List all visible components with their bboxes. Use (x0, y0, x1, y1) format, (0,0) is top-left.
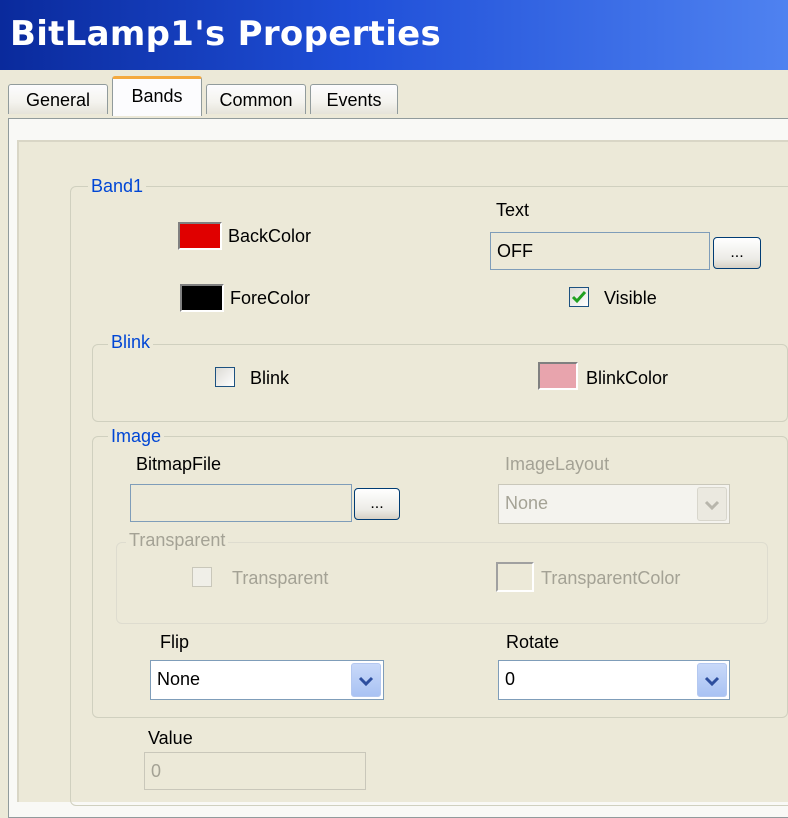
transparent-checkbox-label: Transparent (232, 568, 329, 588)
transparent-legend: Transparent (126, 530, 229, 551)
transparentcolor-label: TransparentColor (541, 568, 681, 588)
tab-strip: General Bands Common Events (0, 70, 788, 122)
window-title: BitLamp1's Properties (10, 14, 442, 54)
band1-legend: Band1 (88, 176, 147, 197)
chevron-down-icon[interactable] (351, 663, 381, 697)
chevron-down-icon[interactable] (697, 663, 727, 697)
bitmapfile-input[interactable] (130, 484, 352, 522)
tab-bands[interactable]: Bands (112, 76, 202, 116)
text-input[interactable]: OFF (490, 232, 710, 270)
transparent-checkbox (192, 567, 212, 587)
forecolor-label: ForeColor (230, 288, 311, 308)
imagelayout-label: ImageLayout (505, 454, 610, 474)
forecolor-swatch[interactable] (180, 284, 224, 312)
image-legend: Image (108, 426, 165, 447)
text-label: Text (496, 200, 530, 220)
blink-checkbox[interactable] (215, 367, 235, 387)
tab-general[interactable]: General (8, 84, 108, 114)
flip-label: Flip (160, 632, 190, 652)
blinkcolor-label: BlinkColor (586, 368, 669, 388)
imagelayout-select: None (498, 484, 730, 524)
blink-group (92, 344, 788, 422)
blinkcolor-swatch[interactable] (538, 362, 578, 390)
bitmapfile-label: BitmapFile (136, 454, 222, 474)
value-label: Value (148, 728, 193, 748)
blink-legend: Blink (108, 332, 154, 353)
flip-select[interactable]: None (150, 660, 384, 700)
chevron-down-icon (697, 487, 727, 521)
backcolor-swatch[interactable] (178, 222, 222, 250)
bitmapfile-browse-button[interactable]: ... (354, 488, 400, 520)
blink-checkbox-label: Blink (250, 368, 290, 388)
visible-label: Visible (604, 288, 657, 308)
value-input: 0 (144, 752, 366, 790)
rotate-select[interactable]: 0 (498, 660, 730, 700)
checkmark-icon (571, 291, 587, 304)
visible-checkbox[interactable] (569, 287, 589, 307)
rotate-label: Rotate (506, 632, 560, 652)
text-browse-button[interactable]: ... (713, 237, 761, 269)
rotate-value: 0 (505, 669, 516, 689)
flip-value: None (157, 669, 201, 689)
tab-common[interactable]: Common (206, 84, 306, 114)
transparentcolor-swatch (496, 562, 534, 592)
imagelayout-value: None (505, 493, 549, 513)
backcolor-label: BackColor (228, 226, 312, 246)
tab-events[interactable]: Events (310, 84, 398, 114)
title-bar[interactable]: BitLamp1's Properties (0, 0, 788, 70)
